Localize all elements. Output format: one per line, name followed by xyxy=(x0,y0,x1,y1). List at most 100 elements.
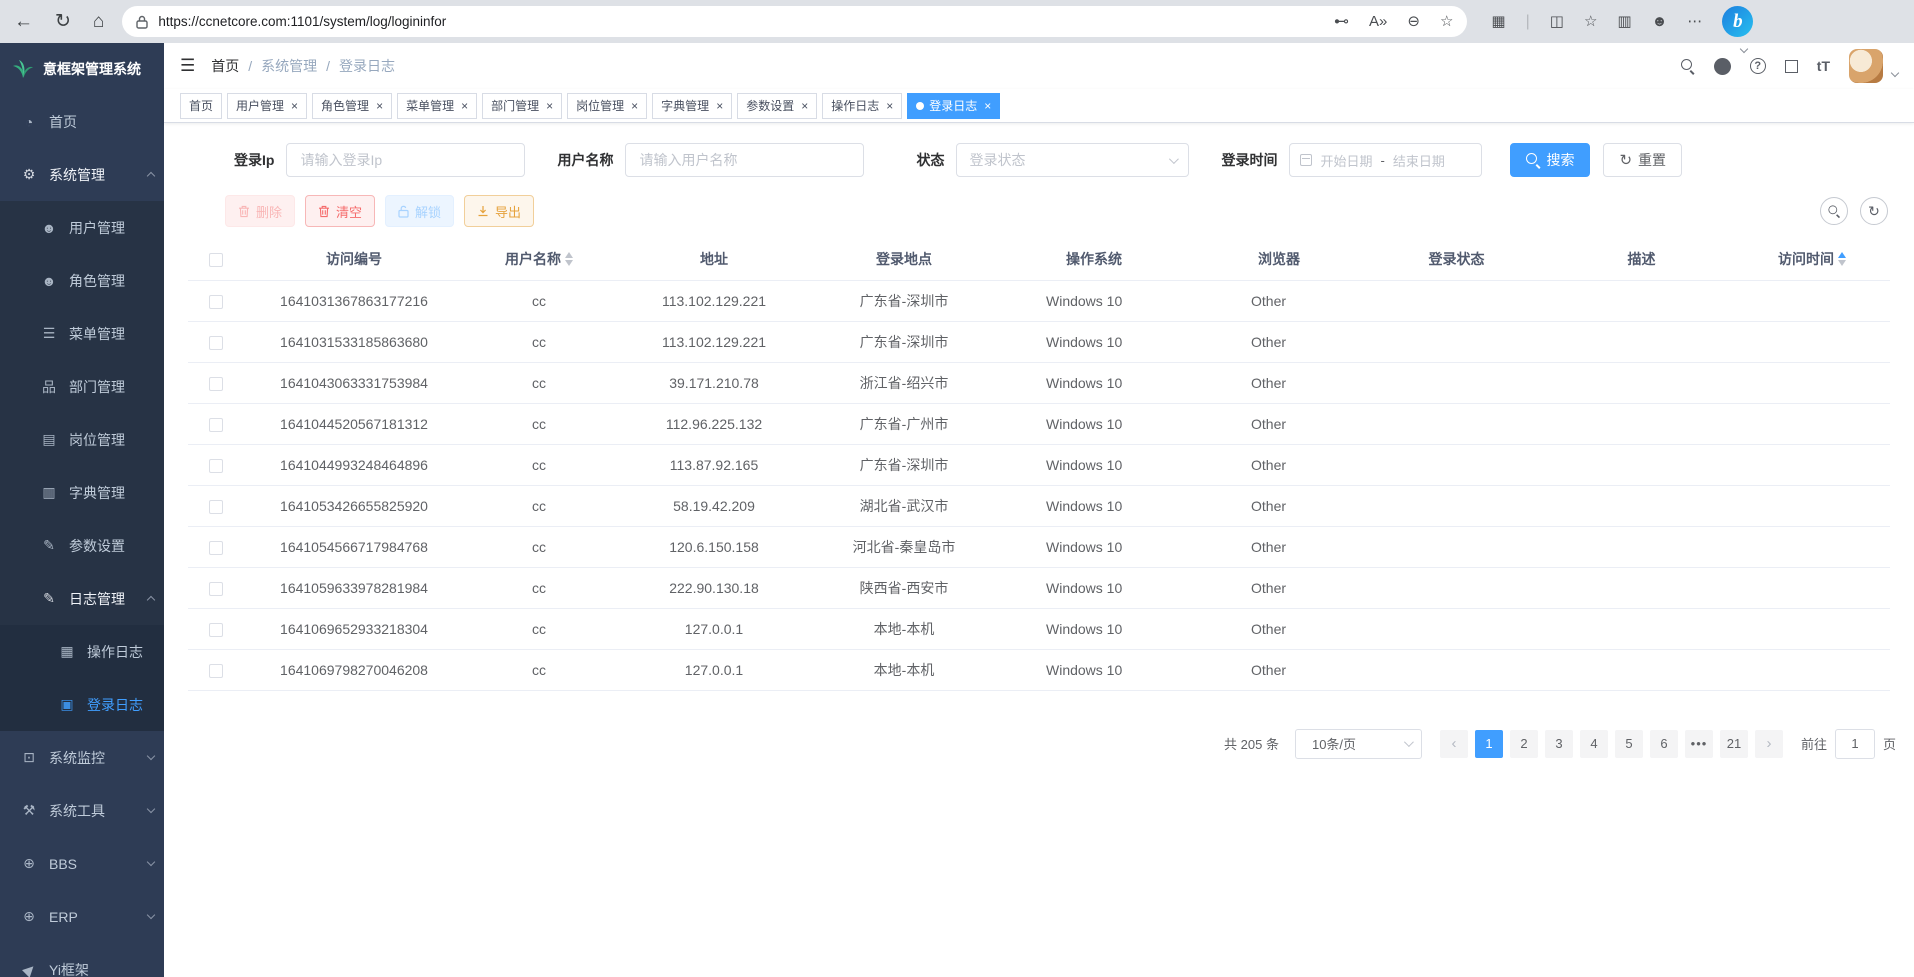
page-tab[interactable]: 部门管理 × xyxy=(482,93,562,119)
toggle-search-button[interactable] xyxy=(1820,197,1848,225)
username-input[interactable] xyxy=(625,143,864,177)
extensions-icon[interactable]: ▦ xyxy=(1491,14,1505,29)
sidebar-menu-item[interactable]: 品 部门管理 xyxy=(0,360,164,413)
login-ip-input[interactable] xyxy=(286,143,525,177)
sidebar-menu-item[interactable]: ⊡ 系统监控 xyxy=(0,731,164,784)
start-date-placeholder[interactable]: 开始日期 xyxy=(1320,151,1372,170)
close-tab-icon[interactable]: × xyxy=(631,99,638,113)
close-tab-icon[interactable]: × xyxy=(546,99,553,113)
search-button[interactable]: 搜索 xyxy=(1510,143,1590,177)
date-range-picker[interactable]: 开始日期 - 结束日期 xyxy=(1289,143,1482,177)
profile-icon[interactable]: ☻ xyxy=(1652,14,1668,29)
jump-page-input[interactable] xyxy=(1835,729,1875,759)
row-checkbox[interactable] xyxy=(209,623,223,637)
page-button[interactable]: ••• xyxy=(1685,730,1713,758)
sidebar-menu-item[interactable]: ⚒ 系统工具 xyxy=(0,784,164,837)
end-date-placeholder[interactable]: 结束日期 xyxy=(1393,151,1445,170)
breadcrumb-system[interactable]: 系统管理 xyxy=(261,56,317,76)
close-tab-icon[interactable]: × xyxy=(376,99,383,113)
sidebar-menu-item[interactable]: ▶ Yi框架 xyxy=(0,943,164,977)
back-icon[interactable]: ← xyxy=(14,12,33,31)
sidebar-menu-item[interactable]: ⊕ ERP xyxy=(0,890,164,943)
address-bar[interactable]: https://ccnetcore.com:1101/system/log/lo… xyxy=(122,6,1467,37)
sidebar-menu-item[interactable]: ☰ 菜单管理 xyxy=(0,307,164,360)
sort-icons[interactable] xyxy=(1838,252,1846,266)
sidebar-menu-item[interactable]: ⚙ 系统管理 xyxy=(0,148,164,201)
select-all-checkbox[interactable] xyxy=(209,253,223,267)
sidebar-menu-item[interactable]: ◔ 首页 xyxy=(0,95,164,148)
close-tab-icon[interactable]: × xyxy=(716,99,723,113)
clear-button[interactable]: 清空 xyxy=(305,195,375,227)
page-size-select[interactable]: 10条/页 xyxy=(1295,729,1422,759)
page-button[interactable]: 5 xyxy=(1615,730,1643,758)
avatar-dropdown-caret-icon[interactable] xyxy=(1891,69,1899,77)
url-text[interactable]: https://ccnetcore.com:1101/system/log/lo… xyxy=(158,14,1324,29)
reset-button[interactable]: ↻ 重置 xyxy=(1603,143,1682,177)
row-checkbox[interactable] xyxy=(209,582,223,596)
sidebar-menu-item[interactable]: ✎ 参数设置 xyxy=(0,519,164,572)
font-size-icon[interactable]: tT xyxy=(1817,58,1830,74)
sidebar-menu-item[interactable]: ▦ 操作日志 xyxy=(0,625,164,678)
collections-icon[interactable]: ▥ xyxy=(1617,14,1631,29)
page-tab[interactable]: 角色管理 × xyxy=(312,93,392,119)
breadcrumb-home[interactable]: 首页 xyxy=(211,56,239,76)
page-tab[interactable]: 字典管理 × xyxy=(652,93,732,119)
more-icon[interactable]: ⋯ xyxy=(1687,14,1702,29)
refresh-table-button[interactable]: ↻ xyxy=(1860,197,1888,225)
page-tab[interactable]: 参数设置 × xyxy=(737,93,817,119)
sidebar-menu-item[interactable]: ⊕ BBS xyxy=(0,837,164,890)
page-tab[interactable]: 用户管理 × xyxy=(227,93,307,119)
add-favorite-icon[interactable]: ☆ xyxy=(1440,14,1453,29)
row-checkbox[interactable] xyxy=(209,541,223,555)
page-tab[interactable]: 操作日志 × xyxy=(822,93,902,119)
page-tab[interactable]: 岗位管理 × xyxy=(567,93,647,119)
close-tab-icon[interactable]: × xyxy=(461,99,468,113)
toolbar-divider[interactable]: | xyxy=(1526,14,1530,30)
github-icon[interactable] xyxy=(1714,58,1731,75)
sidebar-menu-item[interactable]: ☻ 角色管理 xyxy=(0,254,164,307)
row-checkbox[interactable] xyxy=(209,295,223,309)
fullscreen-icon[interactable] xyxy=(1785,60,1798,73)
row-checkbox[interactable] xyxy=(209,336,223,350)
page-button[interactable]: ‹ xyxy=(1440,730,1468,758)
page-button[interactable]: 21 xyxy=(1720,730,1748,758)
sidebar-menu-item[interactable]: ▤ 岗位管理 xyxy=(0,413,164,466)
app-logo[interactable]: 意框架管理系统 xyxy=(0,43,164,95)
collapse-menu-icon[interactable]: ☰ xyxy=(180,56,195,76)
sort-icons[interactable] xyxy=(565,252,573,266)
sidebar-menu-item[interactable]: ▣ 登录日志 xyxy=(0,678,164,731)
row-checkbox[interactable] xyxy=(209,664,223,678)
home-icon[interactable]: ⌂ xyxy=(93,12,104,31)
row-checkbox[interactable] xyxy=(209,418,223,432)
zoom-out-icon[interactable]: ⊖ xyxy=(1407,14,1420,29)
row-checkbox[interactable] xyxy=(209,500,223,514)
page-button[interactable]: 1 xyxy=(1475,730,1503,758)
unlock-button[interactable]: 解锁 xyxy=(385,195,454,227)
split-screen-icon[interactable]: ◫ xyxy=(1550,14,1564,29)
close-tab-icon[interactable]: × xyxy=(984,99,991,113)
page-button[interactable]: 3 xyxy=(1545,730,1573,758)
row-checkbox[interactable] xyxy=(209,377,223,391)
row-checkbox[interactable] xyxy=(209,459,223,473)
sidebar-menu-item[interactable]: ▥ 字典管理 xyxy=(0,466,164,519)
page-button[interactable]: › xyxy=(1755,730,1783,758)
export-button[interactable]: 导出 xyxy=(464,195,534,227)
sidebar-menu-item[interactable]: ✎ 日志管理 xyxy=(0,572,164,625)
page-tab[interactable]: 菜单管理 × xyxy=(397,93,477,119)
reload-icon[interactable]: ↻ xyxy=(55,12,71,31)
sidebar-menu-item[interactable]: ☻ 用户管理 xyxy=(0,201,164,254)
delete-button[interactable]: 删除 xyxy=(225,195,295,227)
passwords-key-icon[interactable]: ⊷ xyxy=(1334,14,1349,29)
status-select[interactable]: 登录状态 xyxy=(956,143,1189,177)
user-avatar[interactable] xyxy=(1849,49,1883,83)
help-icon[interactable]: ? xyxy=(1750,58,1766,74)
page-button[interactable]: 4 xyxy=(1580,730,1608,758)
page-button[interactable]: 6 xyxy=(1650,730,1678,758)
page-tab[interactable]: 首页 × xyxy=(180,93,222,119)
search-icon[interactable] xyxy=(1681,59,1695,73)
close-tab-icon[interactable]: × xyxy=(801,99,808,113)
bing-copilot-button[interactable]: b xyxy=(1722,6,1753,37)
read-aloud-icon[interactable]: A» xyxy=(1369,14,1387,29)
close-tab-icon[interactable]: × xyxy=(886,99,893,113)
page-tab[interactable]: 登录日志 × xyxy=(907,93,1000,119)
